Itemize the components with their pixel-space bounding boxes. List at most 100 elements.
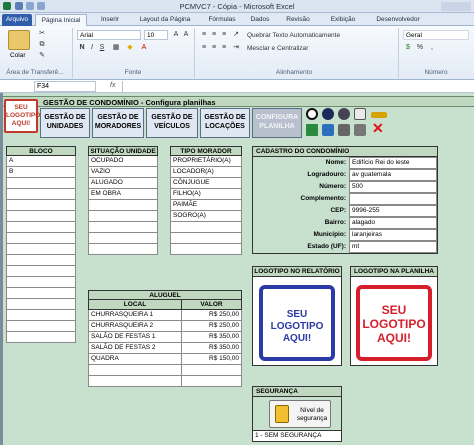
comma-icon[interactable]: , (428, 44, 436, 52)
help-icon[interactable] (338, 108, 350, 120)
table-row[interactable]: SALÃO DE FESTAS 1 R$ 350,00 (88, 332, 242, 343)
list-item[interactable] (6, 178, 76, 189)
list-item[interactable] (88, 200, 158, 211)
table-row[interactable]: CHURRASQUEIRA 2 R$ 250,00 (88, 321, 242, 332)
fill-color-icon[interactable]: ◆ (126, 44, 134, 52)
copy-icon[interactable]: ⧉ (38, 41, 46, 49)
percent-icon[interactable]: % (416, 44, 424, 52)
valor-cell[interactable]: R$ 350,00 (182, 343, 242, 354)
list-item[interactable] (6, 310, 76, 321)
key-icon[interactable] (371, 112, 387, 118)
numero-field[interactable]: 500 (349, 181, 437, 193)
tab-dados[interactable]: Dados (245, 14, 275, 26)
nav-gestao-locacoes[interactable]: GESTÃO DE LOCAÇÕES (200, 108, 250, 138)
font-size-select[interactable]: 10 (144, 30, 168, 40)
cep-field[interactable]: 9996-255 (349, 205, 437, 217)
tab-pagina-inicial[interactable]: Página Inicial (35, 14, 87, 26)
nivel-seguranca-button[interactable]: Nível de segurança (269, 400, 331, 428)
estado-field[interactable]: mt (349, 241, 437, 253)
local-cell[interactable] (88, 365, 182, 376)
list-item[interactable]: VAZIO (88, 167, 158, 178)
valor-cell[interactable]: R$ 150,00 (182, 354, 242, 365)
list-item[interactable] (6, 299, 76, 310)
list-item[interactable] (88, 211, 158, 222)
list-item[interactable] (6, 266, 76, 277)
list-item[interactable]: PAIMÃE (170, 200, 242, 211)
municipio-field[interactable]: laranjeiras (349, 229, 437, 241)
window-controls[interactable] (441, 2, 471, 11)
number-format-select[interactable]: Geral (403, 30, 469, 40)
font-name-select[interactable]: Arial (77, 30, 141, 40)
logradouro-field[interactable]: av guatemala (349, 169, 437, 181)
nav-gestao-unidades[interactable]: GESTÃO DE UNIDADES (40, 108, 90, 138)
list-item[interactable] (6, 189, 76, 200)
complemento-field[interactable] (349, 193, 437, 205)
tab-exibicao[interactable]: Exibição (322, 14, 364, 26)
list-item[interactable] (88, 222, 158, 233)
list-item[interactable] (6, 321, 76, 332)
tab-inserir[interactable]: Inserir (92, 14, 128, 26)
table-row[interactable]: QUADRA R$ 150,00 (88, 354, 242, 365)
list-item[interactable]: SOGRO(A) (170, 211, 242, 222)
list-item[interactable] (6, 332, 76, 343)
valor-cell[interactable]: R$ 250,00 (182, 321, 242, 332)
local-cell[interactable]: SALÃO DE FESTAS 1 (88, 332, 182, 343)
list-item[interactable] (88, 244, 158, 255)
table-row[interactable] (88, 376, 242, 387)
cut-icon[interactable]: ✂ (38, 30, 46, 38)
table-row[interactable]: CHURRASQUEIRA 1 R$ 250,00 (88, 310, 242, 321)
table-row[interactable]: SALÃO DE FESTAS 2 R$ 350,00 (88, 343, 242, 354)
align-top-icon[interactable]: ≡ (200, 31, 208, 39)
font-color-icon[interactable]: A (140, 44, 148, 52)
local-cell[interactable]: CHURRASQUEIRA 2 (88, 321, 182, 332)
shrink-font-icon[interactable]: A (182, 31, 190, 39)
local-cell[interactable]: QUADRA (88, 354, 182, 365)
grid-icon[interactable] (354, 124, 366, 136)
list-item[interactable]: EM OBRA (88, 189, 158, 200)
valor-cell[interactable] (182, 365, 242, 376)
orientation-icon[interactable]: ↗ (232, 31, 240, 39)
align-bottom-icon[interactable]: ≡ (220, 31, 228, 39)
list-item[interactable] (6, 244, 76, 255)
align-center-icon[interactable]: ≡ (210, 44, 218, 52)
grow-font-icon[interactable]: A (172, 31, 180, 39)
italic-icon[interactable]: I (88, 44, 96, 52)
tab-desenvolvedor[interactable]: Desenvolvedor (368, 14, 428, 26)
list-item[interactable]: B (6, 167, 76, 178)
paste-label[interactable]: Colar (10, 52, 26, 59)
nav-gestao-veiculos[interactable]: GESTÃO DE VEÍCULOS (146, 108, 198, 138)
excel-export-icon[interactable] (306, 124, 318, 136)
paste-icon[interactable] (8, 30, 30, 50)
align-left-icon[interactable]: ≡ (200, 44, 208, 52)
list-item[interactable] (170, 222, 242, 233)
nav-configura-planilha[interactable]: CONFIGURA PLANILHA (252, 108, 302, 138)
valor-cell[interactable] (182, 376, 242, 387)
merge-center-button[interactable]: Mesclar e Centralizar (247, 45, 308, 52)
list-item[interactable] (170, 244, 242, 255)
list-item[interactable] (6, 211, 76, 222)
list-item[interactable] (6, 277, 76, 288)
tab-arquivo[interactable]: Arquivo (2, 14, 32, 26)
align-right-icon[interactable]: ≡ (220, 44, 228, 52)
bold-icon[interactable]: N (78, 44, 86, 52)
list-item[interactable] (170, 233, 242, 244)
fx-icon[interactable]: fx (110, 82, 115, 89)
name-box[interactable]: F34 (34, 81, 96, 92)
bairro-field[interactable]: alagado (349, 217, 437, 229)
list-item[interactable] (88, 233, 158, 244)
align-middle-icon[interactable]: ≡ (210, 31, 218, 39)
borders-icon[interactable]: ▦ (112, 44, 120, 52)
tab-formulas[interactable]: Fórmulas (202, 14, 242, 26)
list-item[interactable] (6, 255, 76, 266)
table-row[interactable] (88, 365, 242, 376)
list-item[interactable] (6, 233, 76, 244)
list-item[interactable] (6, 288, 76, 299)
list-item[interactable]: PROPRIETÁRIO(A) (170, 156, 242, 167)
wrap-text-button[interactable]: Quebrar Texto Automaticamente (247, 32, 340, 39)
local-cell[interactable]: SALÃO DE FESTAS 2 (88, 343, 182, 354)
list-item[interactable]: OCUPADO (88, 156, 158, 167)
list-item[interactable]: LOCADOR(A) (170, 167, 242, 178)
nav-gestao-moradores[interactable]: GESTÃO DE MORADORES (92, 108, 144, 138)
list-item[interactable] (6, 200, 76, 211)
calendar-icon[interactable] (354, 108, 366, 120)
